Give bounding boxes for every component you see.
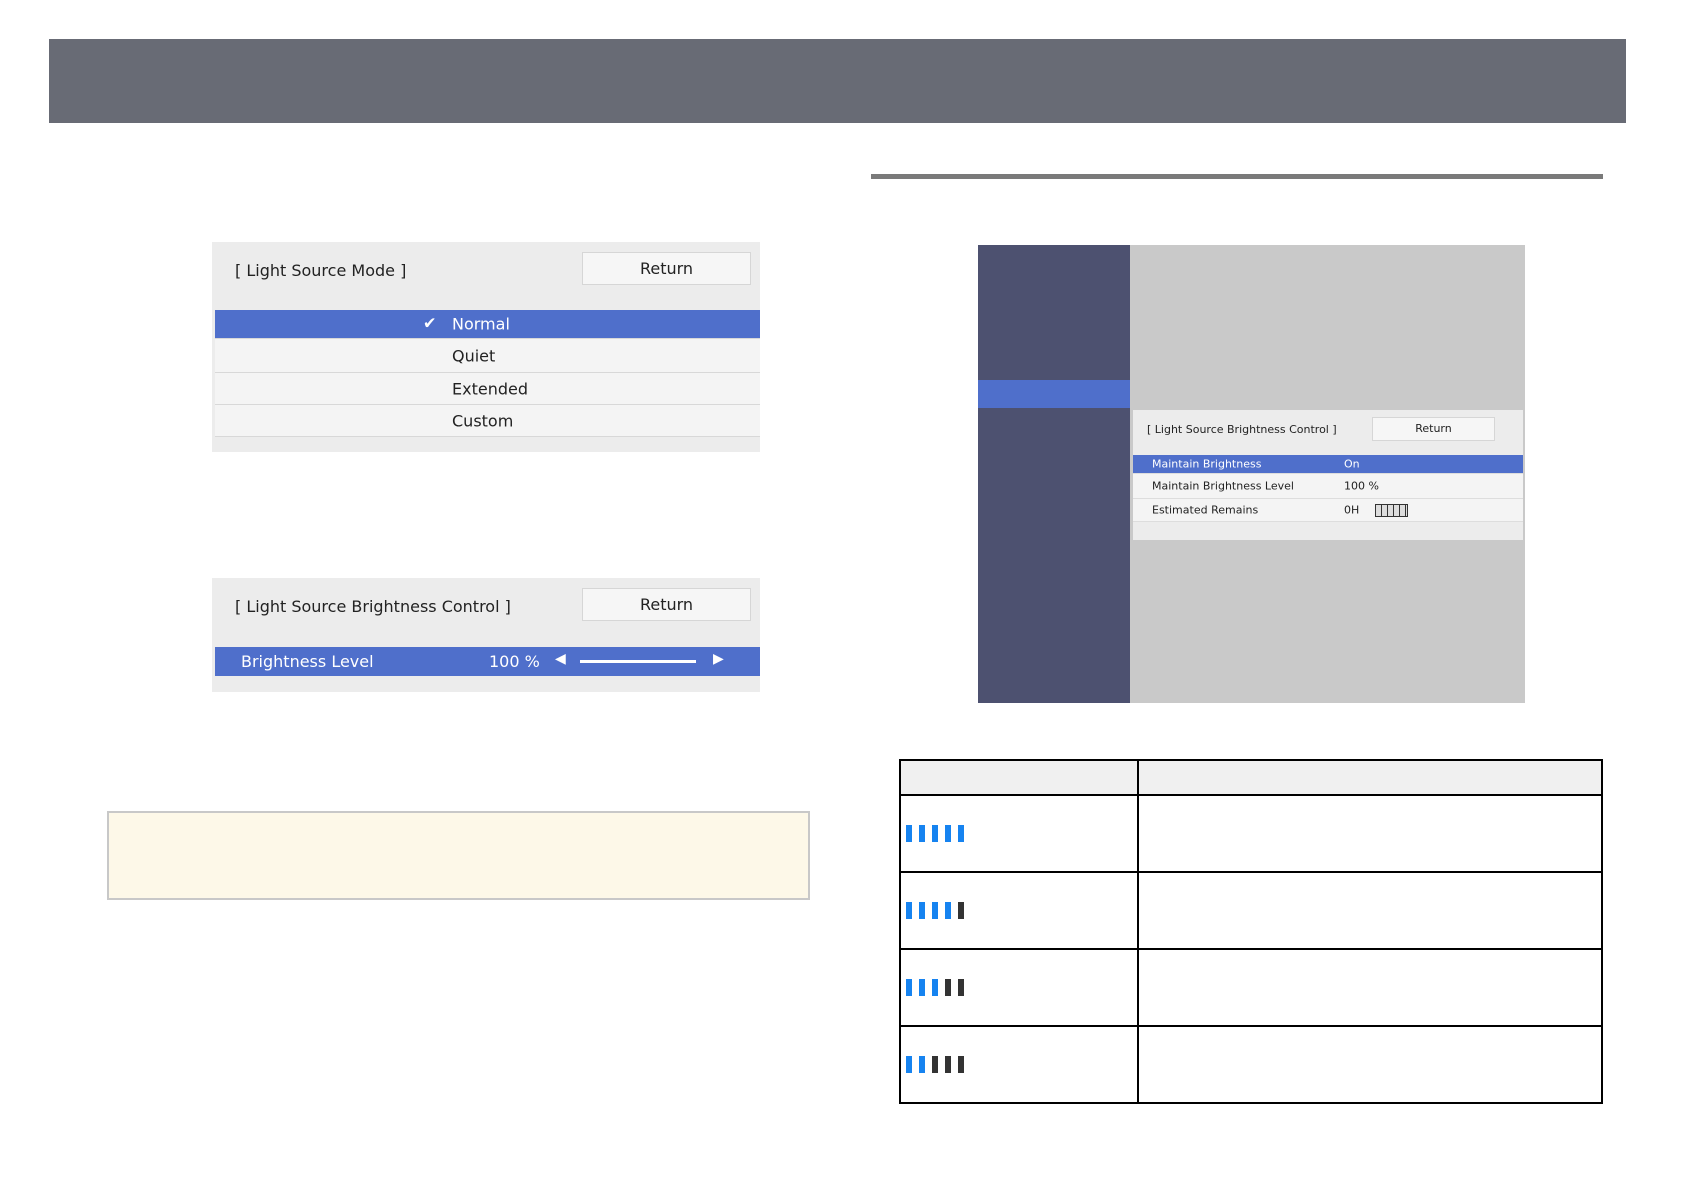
brightness-control-panel: [ Light Source Brightness Control ] Retu… xyxy=(212,578,760,692)
row-label: Estimated Remains xyxy=(1152,503,1259,517)
estimated-remains-row[interactable]: Estimated Remains 0H xyxy=(1133,499,1523,522)
bar-lit xyxy=(932,902,938,919)
sidebar-selected-item[interactable] xyxy=(978,380,1130,408)
panel-title: [ Light Source Brightness Control ] xyxy=(235,597,511,616)
return-button[interactable]: Return xyxy=(1372,417,1495,441)
increase-arrow-icon[interactable]: ▶ xyxy=(713,651,724,667)
bar-lit xyxy=(958,825,964,842)
menu-screenshot: [ Light Source Brightness Control ] Retu… xyxy=(978,245,1525,703)
panel-title: [ Light Source Mode ] xyxy=(235,261,407,280)
note-box xyxy=(107,811,810,900)
return-button[interactable]: Return xyxy=(582,588,751,621)
return-button[interactable]: Return xyxy=(582,252,751,285)
maintain-brightness-row[interactable]: Maintain Brightness On xyxy=(1133,455,1523,474)
level-bars-icon xyxy=(901,979,1137,996)
page-header-bar xyxy=(49,39,1626,123)
bar-lit xyxy=(932,825,938,842)
bar-lit xyxy=(919,979,925,996)
bar-off xyxy=(958,1056,964,1073)
table-row xyxy=(899,1025,1603,1104)
table-row xyxy=(899,948,1603,1027)
option-label: Quiet xyxy=(452,346,496,365)
level-bars-icon xyxy=(901,902,1137,919)
option-normal[interactable]: ✔ Normal xyxy=(215,310,760,339)
row-value: On xyxy=(1344,457,1360,471)
level-bars-icon xyxy=(901,825,1137,842)
bar-lit xyxy=(906,1056,912,1073)
bar-lit xyxy=(919,1056,925,1073)
bar-lit xyxy=(945,902,951,919)
decrease-arrow-icon[interactable]: ◀ xyxy=(555,651,566,667)
submenu-title: [ Light Source Brightness Control ] xyxy=(1147,423,1337,436)
bar-lit xyxy=(906,979,912,996)
bar-off xyxy=(932,1056,938,1073)
option-label: Custom xyxy=(452,411,514,430)
option-custom[interactable]: Custom xyxy=(215,405,760,437)
bar-off xyxy=(945,1056,951,1073)
row-value: 100 % xyxy=(489,652,540,671)
option-label: Normal xyxy=(452,314,510,334)
maintain-brightness-level-row[interactable]: Maintain Brightness Level 100 % xyxy=(1133,474,1523,499)
brightness-slider[interactable] xyxy=(580,660,696,663)
row-label: Brightness Level xyxy=(241,652,374,671)
bar-lit xyxy=(919,902,925,919)
table-row xyxy=(899,871,1603,950)
indicator-table xyxy=(899,759,1603,1104)
row-value: 0H xyxy=(1344,503,1360,517)
option-extended[interactable]: Extended xyxy=(215,373,760,405)
table-row xyxy=(899,794,1603,873)
brightness-control-submenu: [ Light Source Brightness Control ] Retu… xyxy=(1133,410,1523,540)
level-bars-icon xyxy=(901,1056,1137,1073)
option-label: Extended xyxy=(452,379,528,398)
row-value: 100 % xyxy=(1344,479,1379,493)
section-rule xyxy=(871,174,1603,179)
bar-lit xyxy=(919,825,925,842)
check-icon: ✔ xyxy=(423,313,437,333)
bar-off xyxy=(958,902,964,919)
bar-lit xyxy=(906,825,912,842)
option-quiet[interactable]: Quiet xyxy=(215,339,760,373)
bar-lit xyxy=(945,825,951,842)
remaining-gauge-icon xyxy=(1375,504,1408,517)
bar-lit xyxy=(906,902,912,919)
brightness-level-row[interactable]: Brightness Level 100 % ◀ ▶ xyxy=(215,647,760,676)
row-label: Maintain Brightness xyxy=(1152,457,1262,471)
menu-sidebar xyxy=(978,245,1130,703)
bar-lit xyxy=(932,979,938,996)
table-header-row xyxy=(899,759,1603,796)
bar-off xyxy=(958,979,964,996)
light-source-mode-panel: [ Light Source Mode ] Return ✔ Normal Qu… xyxy=(212,242,760,452)
bar-off xyxy=(945,979,951,996)
row-label: Maintain Brightness Level xyxy=(1152,479,1294,493)
